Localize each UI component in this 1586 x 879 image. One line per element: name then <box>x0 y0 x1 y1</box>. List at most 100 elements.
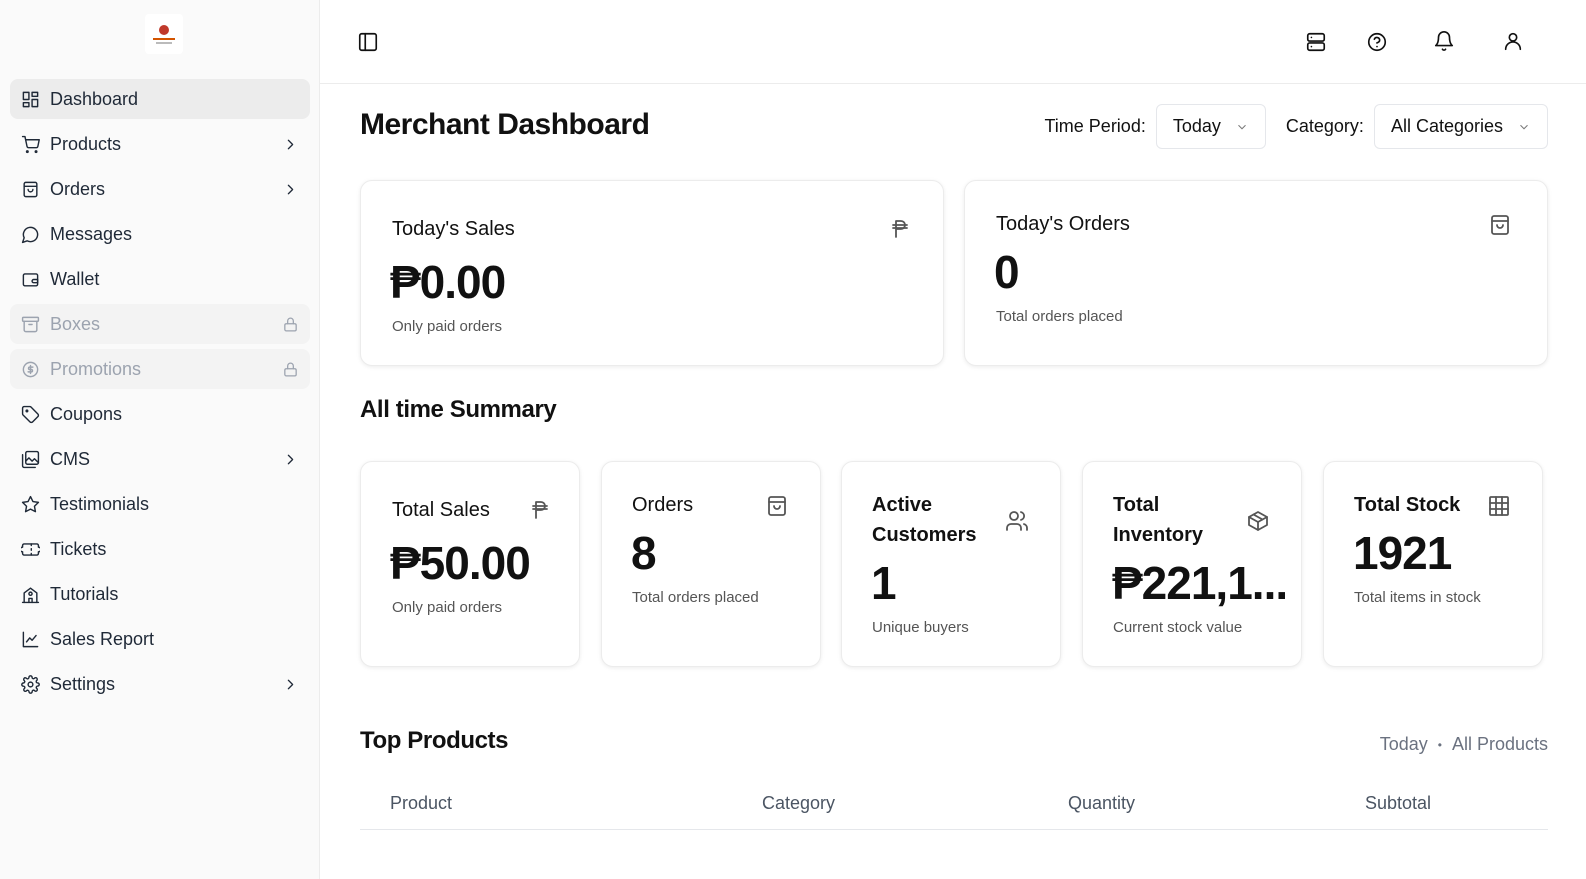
wallet-icon <box>20 269 40 289</box>
orders-card: Orders 8 Total orders placed <box>601 461 821 667</box>
card-title-line: Customers <box>872 524 977 546</box>
peso-icon <box>528 498 554 524</box>
column-header-subtotal[interactable]: Subtotal <box>1365 793 1431 814</box>
card-subtitle: Total items in stock <box>1354 589 1481 606</box>
top-products-period: Today <box>1379 734 1428 754</box>
package-icon <box>1246 509 1272 535</box>
sidebar-item-coupons[interactable]: Coupons <box>10 394 310 434</box>
sidebar-item-cms[interactable]: CMS <box>10 439 310 479</box>
column-header-quantity[interactable]: Quantity <box>1068 793 1135 814</box>
sidebar-item-dashboard[interactable]: Dashboard <box>10 79 310 119</box>
top-products-title: Top Products <box>360 727 509 754</box>
card-title-line: Active <box>872 494 933 516</box>
archive-box-icon <box>20 314 40 334</box>
bell-icon <box>1434 31 1454 52</box>
sidebar-item-label: Settings <box>50 673 116 694</box>
chevron-right-icon <box>280 674 300 694</box>
ticket-icon <box>20 539 40 559</box>
column-header-category[interactable]: Category <box>762 793 835 814</box>
sidebar-toggle-button[interactable] <box>351 25 385 59</box>
sidebar: Dashboard Products Orders Messages Walle… <box>0 0 320 879</box>
all-time-summary-title: All time Summary <box>360 396 557 423</box>
lock-icon <box>280 314 300 334</box>
sidebar-item-label: Products <box>50 133 122 154</box>
chevron-down-icon <box>1520 124 1528 129</box>
users-icon <box>1005 509 1031 535</box>
column-header-product[interactable]: Product <box>390 793 452 814</box>
card-title: Active Customers <box>872 490 976 550</box>
card-value: 1921 <box>1353 527 1452 579</box>
todays-orders-card: Today's Orders 0 Total orders placed <box>964 180 1548 366</box>
chevron-right-icon <box>280 134 300 154</box>
panel-left-icon <box>358 32 378 52</box>
chevron-down-icon <box>1238 124 1246 129</box>
total-stock-card: Total Stock 1921 Total items in stock <box>1323 461 1543 667</box>
card-title: Orders <box>632 494 694 516</box>
sidebar-item-label: Messages <box>50 223 133 244</box>
card-title: Today's Sales <box>392 218 515 240</box>
top-products-scope: All Products <box>1451 734 1548 754</box>
user-icon <box>1504 32 1522 51</box>
sidebar-item-testimonials[interactable]: Testimonials <box>10 484 310 524</box>
card-value: ₱221,1... <box>1112 557 1288 609</box>
card-title: Total Stock <box>1354 494 1461 516</box>
sidebar-item-label: Coupons <box>50 403 123 424</box>
card-title-line: Inventory <box>1113 524 1204 546</box>
card-value: 0 <box>994 246 1020 298</box>
sidebar-item-label: Promotions <box>50 358 142 379</box>
sidebar-item-label: Boxes <box>50 313 101 334</box>
total-inventory-card: Total Inventory ₱221,1... Current stock … <box>1082 461 1302 667</box>
card-value: 1 <box>871 557 897 609</box>
sidebar-item-products[interactable]: Products <box>10 124 310 164</box>
store-logo[interactable] <box>145 14 183 54</box>
chevron-right-icon <box>280 179 300 199</box>
sidebar-item-wallet[interactable]: Wallet <box>10 259 310 299</box>
active-customers-card: Active Customers 1 Unique buyers <box>841 461 1061 667</box>
filters-bar: Time Period: Today Category: All Categor… <box>1044 104 1548 149</box>
card-title: Total Inventory <box>1113 490 1203 550</box>
top-bar <box>320 0 1586 84</box>
todays-sales-card: Today's Sales ₱0.00 Only paid orders <box>360 180 944 366</box>
server-button[interactable] <box>1299 25 1333 59</box>
card-title: Total Sales <box>392 499 490 521</box>
sidebar-item-orders[interactable]: Orders <box>10 169 310 209</box>
sidebar-item-promotions[interactable]: Promotions <box>10 349 310 389</box>
images-icon <box>20 449 40 469</box>
chevron-right-icon <box>280 449 300 469</box>
sidebar-item-settings[interactable]: Settings <box>10 664 310 704</box>
notifications-button[interactable] <box>1427 24 1461 58</box>
sidebar-item-messages[interactable]: Messages <box>10 214 310 254</box>
time-period-select[interactable]: Today <box>1155 104 1266 149</box>
card-subtitle: Total orders placed <box>632 589 759 606</box>
line-chart-icon <box>20 629 40 649</box>
card-subtitle: Only paid orders <box>392 599 503 616</box>
card-value: 8 <box>631 527 657 579</box>
shopping-bag-icon <box>765 494 791 520</box>
sidebar-item-tutorials[interactable]: Tutorials <box>10 574 310 614</box>
sidebar-item-sales-report[interactable]: Sales Report <box>10 619 310 659</box>
sidebar-item-label: Testimonials <box>50 493 150 514</box>
card-subtitle: Current stock value <box>1113 619 1243 636</box>
sidebar-nav: Dashboard Products Orders Messages Walle… <box>10 79 310 709</box>
sidebar-item-label: CMS <box>50 448 90 469</box>
sidebar-item-tickets[interactable]: Tickets <box>10 529 310 569</box>
message-circle-icon <box>20 224 40 244</box>
school-icon <box>20 584 40 604</box>
time-period-value: Today <box>1172 116 1221 136</box>
sidebar-item-label: Tutorials <box>50 583 119 604</box>
card-subtitle: Unique buyers <box>872 619 969 636</box>
sidebar-item-label: Wallet <box>50 268 100 289</box>
help-circle-icon <box>1367 32 1387 52</box>
badge-dollar-icon <box>20 359 40 379</box>
card-title-line: Total <box>1113 494 1160 516</box>
star-icon <box>20 494 40 514</box>
user-profile-button[interactable] <box>1496 24 1530 58</box>
time-period-label: Time Period: <box>1044 116 1146 136</box>
lock-icon <box>280 359 300 379</box>
page-title: Merchant Dashboard <box>360 108 650 141</box>
top-products-meta: Today • All Products <box>1380 734 1548 755</box>
server-icon <box>1306 32 1326 52</box>
sidebar-item-boxes[interactable]: Boxes <box>10 304 310 344</box>
category-select[interactable]: All Categories <box>1373 104 1548 149</box>
help-button[interactable] <box>1360 25 1394 59</box>
